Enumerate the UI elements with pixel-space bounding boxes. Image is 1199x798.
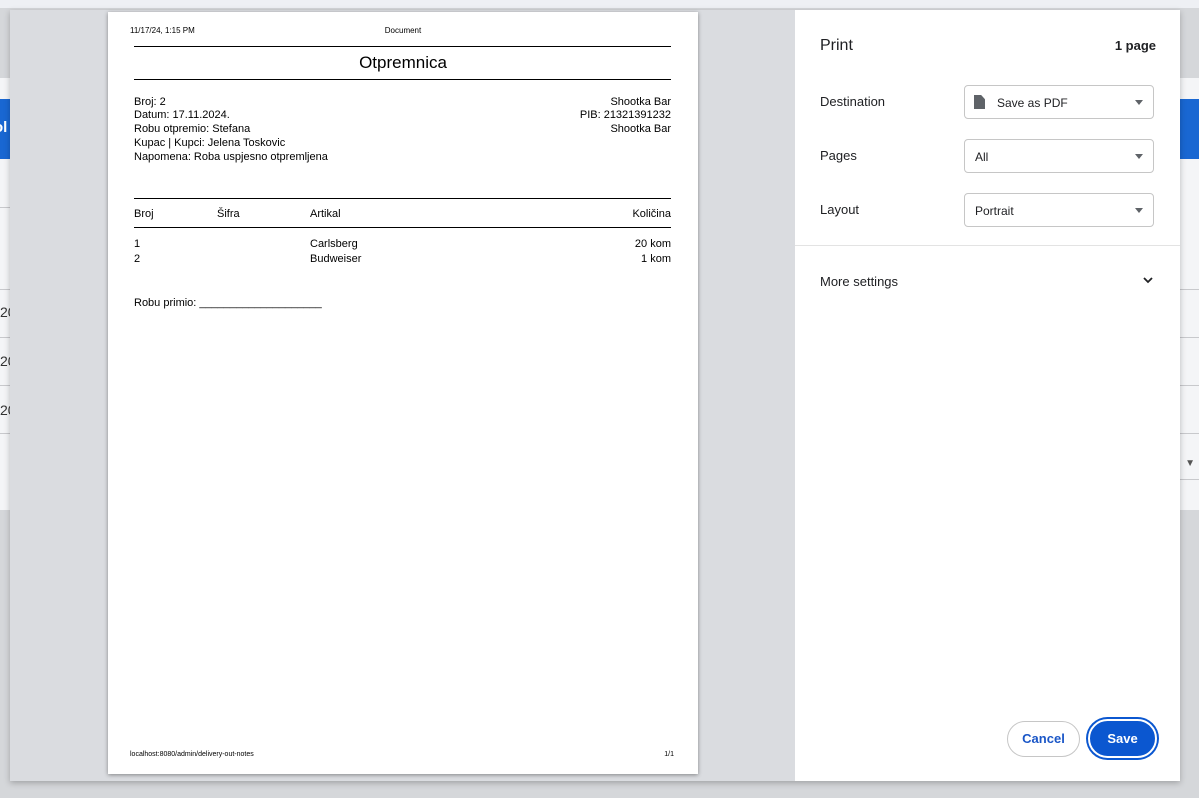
destination-value: Save as PDF — [997, 96, 1068, 110]
received-by-line: Robu primio: ____________________ — [134, 297, 322, 309]
table-cell-broj: 1 — [134, 238, 141, 250]
info-robu-otpremio: Robu otpremio: Stefana — [134, 123, 251, 135]
background-dropdown-icon: ▼ — [1185, 458, 1195, 469]
table-rule-header — [134, 227, 671, 228]
info-napomena: Napomena: Roba uspjesno otpremljena — [134, 151, 328, 163]
table-cell-artikal: Budweiser — [310, 253, 362, 265]
document-title: Otpremnica — [359, 53, 447, 72]
table-rule-top — [134, 198, 671, 199]
destination-select[interactable]: Save as PDF — [964, 85, 1154, 119]
background-divider — [0, 207, 10, 208]
info-kupac: Kupac | Kupci: Jelena Toskovic — [134, 137, 286, 149]
background-topbar — [0, 0, 1199, 8]
background-button: ol — [0, 99, 10, 159]
print-title: Print — [820, 37, 853, 54]
background-row-value: 20 — [0, 402, 10, 418]
layout-value: Portrait — [975, 204, 1014, 218]
background-row-value: 20 — [0, 304, 10, 320]
page-footer-number: 1/1 — [664, 751, 674, 758]
caret-down-icon — [1135, 208, 1143, 213]
table-header-kolicina: Količina — [632, 208, 671, 220]
file-icon — [974, 95, 985, 109]
page-header-title: Document — [384, 26, 422, 35]
pages-label: Pages — [820, 148, 857, 163]
background-row-value: 20 — [0, 353, 10, 369]
background-divider — [1180, 385, 1199, 386]
settings-divider — [795, 245, 1180, 246]
background-divider — [0, 337, 10, 338]
company-pib: PIB: 21321391232 — [579, 109, 671, 121]
pages-select[interactable]: All — [964, 139, 1154, 173]
title-rule-bottom — [134, 79, 671, 80]
more-settings-toggle[interactable]: More settings — [820, 274, 898, 289]
info-datum: Datum: 17.11.2024. — [134, 109, 230, 121]
table-header-artikal: Artikal — [310, 208, 341, 220]
background-button-right — [1180, 99, 1199, 159]
layout-select[interactable]: Portrait — [964, 193, 1154, 227]
print-dialog: 11/17/24, 1:15 PM Document Otpremnica Br… — [10, 10, 1180, 781]
preview-page: 11/17/24, 1:15 PM Document Otpremnica Br… — [108, 12, 698, 774]
caret-down-icon — [1135, 154, 1143, 159]
table-header-broj: Broj — [134, 208, 154, 220]
table-cell-artikal: Carlsberg — [310, 238, 358, 250]
info-broj: Broj: 2 — [134, 96, 166, 108]
print-preview-area: 11/17/24, 1:15 PM Document Otpremnica Br… — [10, 10, 795, 781]
company-name-2: Shootka Bar — [610, 123, 671, 135]
layout-label: Layout — [820, 202, 860, 217]
background-divider — [1180, 479, 1199, 480]
print-settings-panel: Print 1 page Destination Save as PDF Pag… — [795, 10, 1180, 781]
chevron-down-icon[interactable] — [1142, 274, 1154, 286]
background-divider — [0, 289, 10, 290]
background-divider — [0, 385, 10, 386]
background-divider — [1180, 289, 1199, 290]
background-button-text: ol — [0, 119, 8, 136]
table-cell-kolicina: 20 kom — [634, 238, 671, 250]
pages-value: All — [975, 150, 989, 164]
page-count: 1 page — [1114, 38, 1156, 53]
page-footer-url: localhost:8080/admin/delivery-out-notes — [130, 751, 254, 758]
background-divider — [1180, 433, 1199, 434]
background-divider — [1180, 337, 1199, 338]
table-cell-kolicina: 1 kom — [641, 253, 671, 265]
title-rule-top — [134, 46, 671, 47]
background-divider — [0, 433, 10, 434]
table-cell-broj: 2 — [134, 253, 141, 265]
caret-down-icon — [1135, 100, 1143, 105]
save-button[interactable]: Save — [1088, 719, 1157, 758]
table-header-sifra: Šifra — [217, 208, 240, 220]
cancel-button[interactable]: Cancel — [1007, 721, 1080, 757]
destination-label: Destination — [820, 94, 886, 109]
company-name: Shootka Bar — [610, 96, 671, 108]
